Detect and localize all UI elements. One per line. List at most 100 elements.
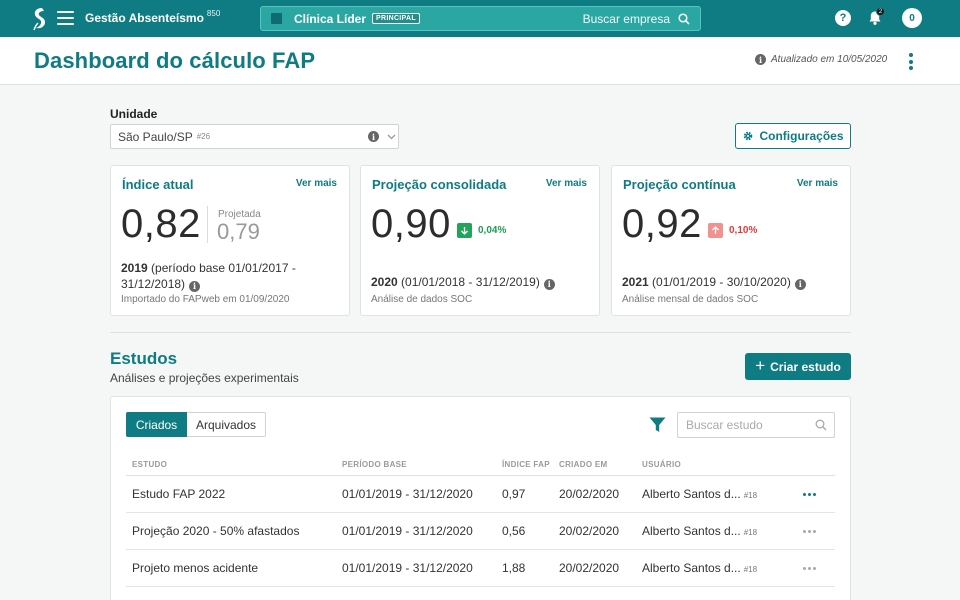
column-header-usuario[interactable]: USUÁRIO (642, 460, 681, 469)
arrow-up-icon (708, 223, 723, 238)
section-subtitle: Análises e projeções experimentais (110, 371, 299, 385)
column-header-indice[interactable]: ÍNDICE FAP (502, 460, 550, 469)
search-icon[interactable] (815, 419, 827, 431)
delta-badge: 0,04% (457, 223, 506, 238)
menu-icon[interactable] (57, 11, 74, 25)
table-row[interactable]: Projeção 2020 - 50% afastados 01/01/2019… (126, 513, 835, 550)
row-more-icon[interactable] (803, 567, 816, 570)
ver-mais-link[interactable]: Ver mais (296, 178, 337, 189)
company-search-label: Buscar empresa (582, 11, 670, 26)
arrow-down-icon (457, 223, 472, 238)
period-year: 2019 (121, 261, 148, 275)
unit-value: São Paulo/SP (118, 129, 193, 144)
plus-icon: + (755, 356, 766, 375)
divider (207, 206, 208, 243)
table-row[interactable]: Estudo FAP 2022 01/01/2019 - 31/12/2020 … (126, 476, 835, 513)
study-search[interactable] (677, 412, 835, 438)
studies-panel: Criados Arquivados ESTUDO PERÍODO BASE Í… (110, 396, 851, 600)
card-indice-atual: Índice atual Ver mais 0,82 Projetada 0,7… (110, 165, 350, 316)
app-title: Gestão Absenteísmo 850 (85, 9, 221, 25)
ver-mais-link[interactable]: Ver mais (546, 178, 587, 189)
ver-mais-link[interactable]: Ver mais (797, 178, 838, 189)
card-source: Importado do FAPweb em 01/09/2020 (121, 294, 290, 305)
card-source: Análise de dados SOC (371, 294, 473, 305)
search-icon[interactable] (678, 12, 690, 25)
card-projecao-consolidada: Projeção consolidada Ver mais 0,90 0,04%… (360, 165, 600, 316)
unit-select[interactable]: São Paulo/SP #26 i (110, 124, 399, 149)
card-period: 2021 (01/01/2019 - 30/10/2020) i (622, 274, 806, 290)
help-icon[interactable]: ? (835, 10, 851, 26)
settings-button-label: Configurações (759, 129, 844, 143)
projection-value: 0,92 (622, 202, 702, 246)
company-selector[interactable]: Clínica Líder PRINCIPAL Buscar empresa (260, 6, 701, 31)
user-name: Alberto Santos d... (642, 524, 741, 538)
app-code: 850 (206, 9, 221, 18)
info-icon[interactable]: i (189, 280, 201, 292)
card-projecao-continua: Projeção contínua Ver mais 0,92 0,10% 20… (611, 165, 851, 316)
card-period: 2019 (período base 01/01/2017 - 31/12/20… (121, 260, 321, 292)
user-id: #18 (743, 491, 758, 500)
last-updated-text: Atualizado em 10/05/2020 (771, 54, 888, 65)
create-study-button[interactable]: + Criar estudo (745, 353, 851, 380)
page-title: Dashboard do cálculo FAP (34, 48, 316, 73)
unit-code: #26 (196, 132, 211, 141)
info-icon[interactable]: i (368, 131, 379, 142)
cell-user: Alberto Santos d... #18 (642, 487, 757, 501)
row-more-icon[interactable] (803, 493, 816, 496)
notification-count: 2 (876, 7, 885, 16)
section-divider (110, 332, 851, 333)
projection-value: 0,90 (371, 202, 451, 246)
column-header-estudo[interactable]: ESTUDO (132, 460, 167, 469)
study-search-input[interactable] (686, 418, 806, 432)
user-name: Alberto Santos d... (642, 487, 741, 501)
card-source: Análise mensal de dados SOC (622, 294, 759, 305)
user-avatar[interactable]: 0 (902, 8, 922, 28)
period-range: (01/01/2019 - 30/10/2020) (652, 275, 791, 289)
period-year: 2021 (622, 275, 649, 289)
period-range: (01/01/2018 - 31/12/2019) (401, 275, 540, 289)
cell-index: 0,56 (502, 524, 526, 538)
cell-created: 20/02/2020 (559, 487, 620, 501)
cell-study-name: Projeção 2020 - 50% afastados (132, 524, 300, 538)
cell-period: 01/01/2019 - 31/12/2020 (342, 524, 473, 538)
more-options-icon[interactable] (907, 53, 915, 70)
filter-icon[interactable] (649, 417, 666, 433)
card-title: Projeção contínua (623, 177, 736, 192)
period-range: (período base 01/01/2017 - 31/12/2018) (121, 261, 296, 291)
info-icon: i (755, 54, 766, 65)
section-title: Estudos (110, 349, 178, 368)
user-id: #18 (743, 565, 758, 574)
delta-badge: 0,10% (708, 223, 757, 238)
gear-icon (744, 131, 753, 141)
period-year: 2020 (371, 275, 398, 289)
row-more-icon[interactable] (803, 530, 816, 533)
cell-index: 0,97 (502, 487, 526, 501)
building-icon (271, 13, 282, 24)
cell-user: Alberto Santos d... #18 (642, 561, 757, 575)
chevron-down-icon (387, 134, 396, 140)
column-header-periodo[interactable]: PERÍODO BASE (342, 460, 407, 469)
unit-label: Unidade (110, 107, 158, 121)
cell-period: 01/01/2019 - 31/12/2020 (342, 561, 473, 575)
info-icon[interactable]: i (794, 278, 806, 290)
current-index-value: 0,82 (121, 202, 201, 246)
info-icon[interactable]: i (543, 278, 555, 290)
tab-criados[interactable]: Criados (126, 412, 187, 437)
app-logo-icon[interactable] (31, 7, 49, 31)
table-row[interactable]: Projeto menos acidente 01/01/2019 - 31/1… (126, 550, 835, 587)
delta-value: 0,10% (729, 225, 758, 236)
company-name: Clínica Líder (294, 11, 367, 26)
cell-index: 1,88 (502, 561, 526, 575)
card-period: 2020 (01/01/2018 - 31/12/2019) i (371, 274, 555, 290)
projected-value: 0,79 (217, 219, 260, 244)
cell-user: Alberto Santos d... #18 (642, 524, 757, 538)
cell-study-name: Projeto menos acidente (132, 561, 259, 575)
tab-arquivados[interactable]: Arquivados (187, 412, 266, 437)
card-title: Projeção consolidada (372, 177, 507, 192)
cell-period: 01/01/2019 - 31/12/2020 (342, 487, 473, 501)
card-title: Índice atual (122, 177, 194, 192)
settings-button[interactable]: Configurações (735, 123, 851, 149)
create-study-label: Criar estudo (770, 359, 841, 374)
column-header-criado[interactable]: CRIADO EM (559, 460, 607, 469)
principal-badge: PRINCIPAL (372, 13, 420, 24)
